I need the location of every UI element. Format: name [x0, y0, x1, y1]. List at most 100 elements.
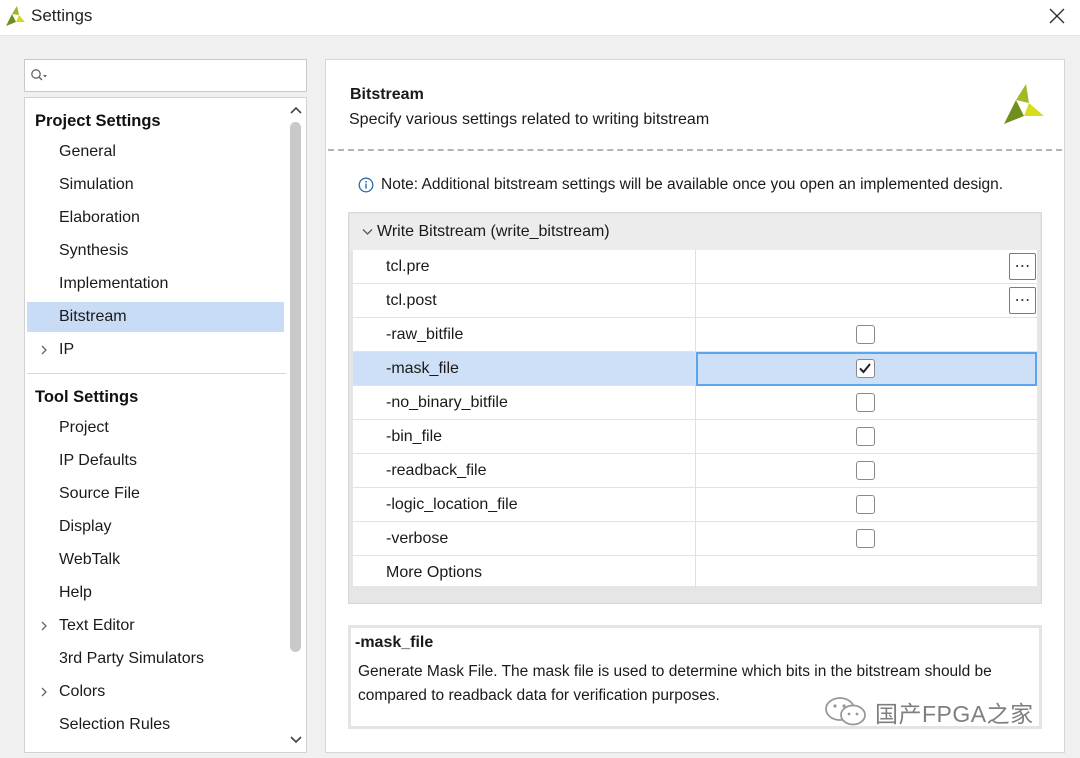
sidebar-item-label: Source File [59, 485, 140, 502]
option-name: -logic_location_file [386, 496, 518, 513]
sidebar-item-label: Text Editor [59, 617, 135, 634]
option-value-cell: ⋯ [696, 284, 1037, 318]
sidebar-item-implementation[interactable]: Implementation [27, 269, 284, 299]
raw-bitfile-checkbox[interactable] [856, 325, 875, 344]
option-row-logic-location-file[interactable]: -logic_location_file [353, 488, 1037, 522]
option-row-tcl-post[interactable]: tcl.post ⋯ [353, 284, 1037, 318]
page-description: Specify various settings related to writ… [349, 111, 710, 128]
sidebar-item-label: Bitstream [59, 308, 127, 325]
sidebar-item-label: Colors [59, 683, 106, 700]
window-title: Settings [31, 6, 93, 25]
option-row-tcl-pre[interactable]: tcl.pre ⋯ [353, 250, 1037, 284]
sidebar-item-bitstream[interactable]: Bitstream [27, 302, 284, 332]
page-title: Bitstream [350, 86, 424, 103]
readback-file-checkbox[interactable] [856, 461, 875, 480]
watermark: 国产FPGA之家 [823, 695, 1034, 729]
tcl-post-browse-button[interactable]: ⋯ [1009, 287, 1036, 314]
logic-location-file-checkbox[interactable] [856, 495, 875, 514]
chevron-down-icon [290, 736, 302, 744]
chevron-right-icon [41, 621, 47, 631]
settings-nav-list: Project Settings Tool Settings General Si… [27, 98, 286, 752]
verbose-checkbox[interactable] [856, 529, 875, 548]
sidebar-item-label: Synthesis [59, 242, 129, 259]
option-row-more-options[interactable]: More Options [353, 556, 1037, 590]
project-settings-heading: Project Settings [35, 112, 161, 130]
bin-file-checkbox[interactable] [856, 427, 875, 446]
option-name: -readback_file [386, 462, 487, 479]
sidebar-item-colors[interactable]: Colors [27, 677, 284, 707]
sidebar-item-3rd-party-simulators[interactable]: 3rd Party Simulators [27, 644, 284, 674]
sidebar-item-label: Simulation [59, 176, 134, 193]
sidebar-item-label: General [59, 143, 116, 160]
option-value-cell[interactable] [696, 556, 1037, 590]
option-value-cell [696, 522, 1037, 556]
info-icon [358, 177, 374, 193]
scroll-down-button[interactable] [288, 732, 304, 748]
nav-scrollbar[interactable] [286, 98, 306, 752]
option-value-cell [696, 386, 1037, 420]
sidebar-item-label: Display [59, 518, 112, 535]
close-icon [1049, 8, 1065, 24]
nav-divider [27, 373, 286, 374]
scroll-up-button[interactable] [288, 102, 304, 118]
search-icon [31, 69, 47, 81]
option-value-cell: ⋯ [696, 250, 1037, 284]
sidebar-item-ip[interactable]: IP [27, 335, 284, 365]
close-button[interactable] [1034, 0, 1080, 32]
note-text: Note: Additional bitstream settings will… [381, 176, 1004, 193]
sidebar-item-text-editor[interactable]: Text Editor [27, 611, 284, 641]
option-row-raw-bitfile[interactable]: -raw_bitfile [353, 318, 1037, 352]
tool-settings-heading: Tool Settings [35, 388, 139, 406]
option-value-cell [696, 454, 1037, 488]
detail-title: -mask_file [355, 634, 434, 651]
option-row-readback-file[interactable]: -readback_file [353, 454, 1037, 488]
sidebar-item-project[interactable]: Project [27, 413, 284, 443]
checkmark-icon [859, 363, 871, 374]
sidebar-item-label: Selection Rules [59, 716, 171, 733]
xilinx-logo-icon [1004, 84, 1044, 124]
sidebar-item-source-file[interactable]: Source File [27, 479, 284, 509]
scroll-thumb[interactable] [290, 122, 301, 652]
option-value-cell [696, 318, 1037, 352]
more-icon: ⋯ [1014, 291, 1031, 309]
sidebar-item-display[interactable]: Display [27, 512, 284, 542]
no-binary-bitfile-checkbox[interactable] [856, 393, 875, 412]
bitstream-settings-panel: Bitstream Specify various settings relat… [325, 59, 1065, 753]
settings-nav-panel: Project Settings Tool Settings General Si… [24, 97, 307, 753]
header-separator [328, 149, 1062, 151]
sidebar-item-ip-defaults[interactable]: IP Defaults [27, 446, 284, 476]
option-name: tcl.pre [386, 258, 430, 275]
chevron-right-icon [41, 687, 47, 697]
sidebar-item-label: Help [59, 584, 92, 601]
chevron-up-icon [290, 106, 302, 114]
sidebar-item-webtalk[interactable]: WebTalk [27, 545, 284, 575]
sidebar-item-help[interactable]: Help [27, 578, 284, 608]
sidebar-item-synthesis[interactable]: Synthesis [27, 236, 284, 266]
sidebar-item-general[interactable]: General [27, 137, 284, 167]
option-value-cell [696, 420, 1037, 454]
group-label: Write Bitstream (write_bitstream) [377, 223, 610, 240]
option-value-cell [696, 488, 1037, 522]
option-value-cell [696, 352, 1037, 386]
option-row-verbose[interactable]: -verbose [353, 522, 1037, 556]
option-row-bin-file[interactable]: -bin_file [353, 420, 1037, 454]
bitstream-options-table: Write Bitstream (write_bitstream) tcl.pr… [348, 212, 1042, 604]
tcl-pre-browse-button[interactable]: ⋯ [1009, 253, 1036, 280]
note-row: Note: Additional bitstream settings will… [358, 174, 1003, 196]
chevron-right-icon [41, 345, 47, 355]
sidebar-item-simulation[interactable]: Simulation [27, 170, 284, 200]
sidebar-item-label: Project [59, 419, 109, 436]
option-row-mask-file[interactable]: -mask_file [353, 352, 1037, 386]
search-input[interactable] [51, 65, 301, 87]
option-name: -verbose [386, 530, 449, 547]
wechat-icon [825, 697, 866, 726]
search-box[interactable] [24, 59, 307, 92]
option-row-no-binary-bitfile[interactable]: -no_binary_bitfile [353, 386, 1037, 420]
sidebar-item-elaboration[interactable]: Elaboration [27, 203, 284, 233]
option-name: -bin_file [386, 428, 443, 445]
write-bitstream-group-header[interactable]: Write Bitstream (write_bitstream) [350, 214, 1040, 250]
mask-file-checkbox[interactable] [856, 359, 875, 378]
option-name: -no_binary_bitfile [386, 394, 508, 411]
option-name: More Options [386, 564, 483, 581]
sidebar-item-selection-rules[interactable]: Selection Rules [27, 710, 284, 740]
